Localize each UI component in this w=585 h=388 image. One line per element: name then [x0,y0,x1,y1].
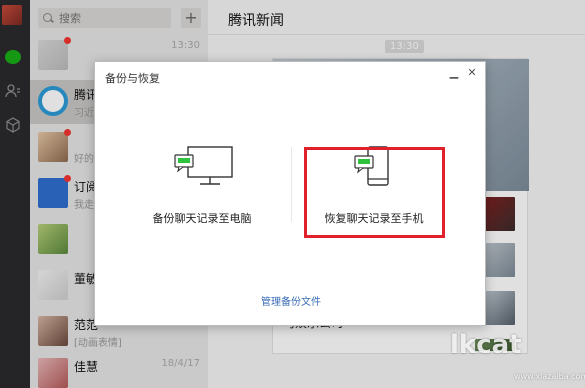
backup-to-pc-option[interactable]: 备份聊天记录至电脑 [127,146,277,236]
manage-backup-link[interactable]: 管理备份文件 [95,293,487,308]
watermark-url: www.xiazaiba.com [514,372,585,381]
dialog-title: 备份与恢复 [105,72,160,85]
highlight-box [304,147,445,238]
backup-restore-dialog: 备份与恢复 ▁ ✕ 备份聊天记录至电脑 恢复聊天记录至手机 管理备份文件 [94,61,486,326]
options-divider [291,147,292,222]
close-button[interactable]: ✕ [465,66,479,80]
computer-icon [174,146,233,185]
watermark-logo: lkcat [450,330,522,360]
backup-label: 备份聊天记录至电脑 [152,212,252,225]
minimize-button[interactable]: ▁ [447,66,461,80]
